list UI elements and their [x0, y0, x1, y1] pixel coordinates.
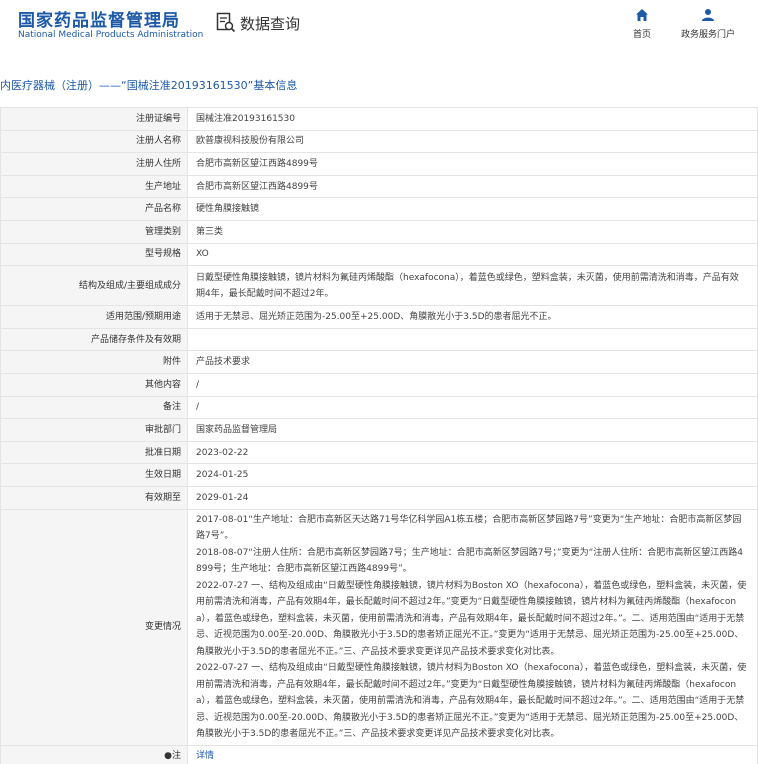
row-value: 2024-01-25 [187, 463, 758, 487]
site-header: 国家药品监督管理局 National Medical Products Admi… [0, 0, 758, 50]
row-value: 国家药品监督管理局 [187, 418, 758, 442]
nav-service-portal[interactable]: 政务服务门户 [678, 8, 738, 40]
row-label: 备注 [0, 395, 188, 420]
table-row: 注册人住所 合肥市高新区望江西路4899号 [0, 152, 758, 176]
nav-service-portal-label: 政务服务门户 [680, 30, 735, 40]
row-label: 产品名称 [0, 197, 188, 221]
row-label: 附件 [0, 350, 188, 374]
row-value: 适用于无禁忌、屈光矫正范围为-25.00至+25.00D、角膜散光小于3.5D的… [187, 305, 758, 329]
table-row: 产品储存条件及有效期 [0, 327, 758, 352]
table-row: 其他内容 / [0, 372, 758, 397]
row-label: 管理类别 [0, 219, 188, 244]
data-query-label: 数据查询 [240, 14, 301, 33]
table-row: 生效日期 2024-01-25 [0, 463, 758, 487]
table-row: 注册证编号 国械注准20193161530 [0, 107, 758, 131]
table-row: 结构及组成/主要组成成分 日戴型硬性角膜接触镜，镜片材料为氟硅丙烯酸酯（hexaf… [0, 265, 758, 307]
change-history-value: 2017-08-01“生产地址：合肥市高新区天达路71号华亿科学园A1栋五楼；合… [187, 508, 758, 746]
row-value: 国械注准20193161530 [187, 107, 758, 131]
table-row: 产品名称 硬性角膜接触镜 [0, 197, 758, 221]
row-label: 有效期至 [0, 485, 188, 510]
page-title: 内医疗器械（注册）——“国械注准20193161530”基本信息 [0, 79, 298, 92]
change-entry: 2022-07-27 一、结构及组成由“日戴型硬性角膜接触镜，镜片材料为Bost… [196, 663, 747, 739]
site-logo-cn[interactable]: 国家药品监督管理局 [18, 6, 180, 31]
home-icon [636, 9, 648, 21]
table-row: 型号规格 XO [0, 242, 758, 267]
data-query-title: 数据查询 [216, 11, 300, 35]
table-row: 批准日期 2023-02-22 [0, 440, 758, 465]
row-label: 结构及组成/主要组成成分 [0, 265, 188, 307]
details-link[interactable]: 详情 [196, 751, 214, 761]
change-entry: 2018-08-07“注册人住所：合肥市高新区梦园路7号；生产地址：合肥市高新区… [196, 547, 743, 575]
document-search-icon [216, 12, 236, 33]
table-row: 附件 产品技术要求 [0, 350, 758, 374]
row-label: 注册证编号 [0, 107, 188, 131]
user-icon [702, 9, 714, 21]
note-label-text: 注 [171, 751, 181, 762]
table-row: 备注 / [0, 395, 758, 420]
note-row: ●注 详情 [0, 744, 758, 764]
change-history-label: 变更情况 [0, 508, 188, 746]
row-value: 欧普康视科技股份有限公司 [187, 129, 758, 154]
row-value: 合肥市高新区望江西路4899号 [187, 174, 758, 199]
row-label: 适用范围/预期用途 [0, 305, 188, 329]
table-row: 有效期至 2029-01-24 [0, 485, 758, 510]
row-label: 生产地址 [0, 174, 188, 199]
table-row: 审批部门 国家药品监督管理局 [0, 418, 758, 442]
table-row: 适用范围/预期用途 适用于无禁忌、屈光矫正范围为-25.00至+25.00D、角膜… [0, 305, 758, 329]
change-entry: 2017-08-01“生产地址：合肥市高新区天达路71号华亿科学园A1栋五楼；合… [196, 514, 742, 542]
row-label: 生效日期 [0, 463, 188, 487]
row-value: 日戴型硬性角膜接触镜，镜片材料为氟硅丙烯酸酯（hexafocona），着蓝色或绿… [187, 265, 758, 307]
change-entry: 2022-07-27 一、结构及组成由“日戴型硬性角膜接触镜，镜片材料为Bost… [196, 580, 747, 657]
row-value: 2029-01-24 [187, 485, 758, 510]
row-label: 型号规格 [0, 242, 188, 267]
detail-table: 注册证编号 国械注准20193161530 注册人名称 欧普康视科技股份有限公司 注… [0, 107, 758, 764]
site-logo-en[interactable]: National Medical Products Administration [18, 30, 203, 40]
row-value: / [187, 395, 758, 420]
nav-home-label: 首页 [632, 30, 651, 40]
row-label: 产品储存条件及有效期 [0, 327, 188, 352]
row-value [187, 327, 758, 352]
row-value: 硬性角膜接触镜 [187, 197, 758, 221]
row-label: 注册人住所 [0, 152, 188, 176]
row-value: 产品技术要求 [187, 350, 758, 374]
table-row: 生产地址 合肥市高新区望江西路4899号 [0, 174, 758, 199]
row-value: / [187, 372, 758, 397]
row-label: 审批部门 [0, 418, 188, 442]
nav-home[interactable]: 首页 [612, 8, 672, 40]
row-value: XO [187, 242, 758, 267]
row-value: 第三类 [187, 219, 758, 244]
row-label: 其他内容 [0, 372, 188, 397]
note-value: 详情 [187, 744, 758, 764]
change-history-row: 变更情况 2017-08-01“生产地址：合肥市高新区天达路71号华亿科学园A1… [0, 508, 758, 746]
note-label: ●注 [0, 744, 188, 764]
table-row: 管理类别 第三类 [0, 219, 758, 244]
bullet-icon: ● [164, 751, 172, 762]
table-row: 注册人名称 欧普康视科技股份有限公司 [0, 129, 758, 154]
row-label: 批准日期 [0, 440, 188, 465]
row-value: 2023-02-22 [187, 440, 758, 465]
row-label: 注册人名称 [0, 129, 188, 154]
row-value: 合肥市高新区望江西路4899号 [187, 152, 758, 176]
